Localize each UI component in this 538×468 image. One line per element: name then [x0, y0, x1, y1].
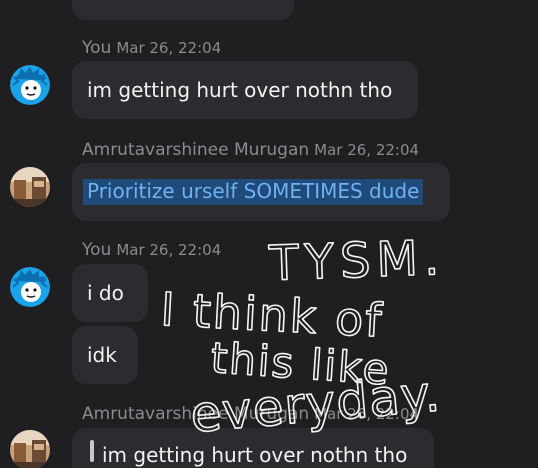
photo-avatar-icon	[10, 430, 50, 468]
sender-name[interactable]: You	[82, 240, 111, 260]
message-text: i do	[87, 281, 124, 305]
timestamp: Mar 26, 22:04	[314, 405, 420, 423]
message-header: Amrutavarshinee Murugan Mar 26, 22:04	[82, 140, 419, 160]
blue-spiky-avatar-icon	[10, 65, 50, 105]
message-bubble[interactable]: Prioritize urself SOMETIMES dude	[72, 163, 450, 221]
previous-message-bubble[interactable]	[72, 0, 294, 20]
photo-avatar-icon	[10, 167, 50, 207]
avatar[interactable]	[10, 430, 50, 468]
message-bubble[interactable]: im getting hurt over nothn tho	[72, 61, 418, 119]
avatar[interactable]	[10, 167, 50, 207]
handwriting-line: this like	[209, 333, 392, 394]
handwriting-line: I think of	[159, 282, 384, 348]
sender-name[interactable]: Amrutavarshinee Murugan	[82, 140, 309, 160]
message-text: im getting hurt over nothn tho	[87, 78, 393, 102]
message-bubble[interactable]: i do	[72, 264, 148, 322]
reply-bubble[interactable]: im getting hurt over nothn tho	[72, 428, 434, 468]
sender-name[interactable]: Amrutavarshinee Murugan	[82, 404, 309, 424]
message-bubble[interactable]: idk	[72, 326, 138, 384]
timestamp: Mar 26, 22:04	[116, 39, 222, 57]
chat-view: You Mar 26, 22:04 im getting hurt over no…	[0, 0, 538, 468]
blue-spiky-avatar-icon	[10, 267, 50, 307]
quote-bar	[90, 440, 94, 462]
handwriting-line: TYSM.	[267, 230, 446, 292]
avatar[interactable]	[10, 267, 50, 307]
timestamp: Mar 26, 22:04	[116, 241, 222, 259]
message-header: Amrutavarshinee Murugan Mar 26, 22:04	[82, 404, 419, 424]
quoted-text: im getting hurt over nothn tho	[102, 443, 408, 467]
sender-name[interactable]: You	[82, 38, 111, 58]
timestamp: Mar 26, 22:04	[314, 141, 420, 159]
avatar[interactable]	[10, 65, 50, 105]
selected-message-text: Prioritize urself SOMETIMES dude	[83, 179, 424, 205]
message-header: You Mar 26, 22:04	[82, 38, 221, 58]
message-text: idk	[87, 343, 117, 367]
message-header: You Mar 26, 22:04	[82, 240, 221, 260]
